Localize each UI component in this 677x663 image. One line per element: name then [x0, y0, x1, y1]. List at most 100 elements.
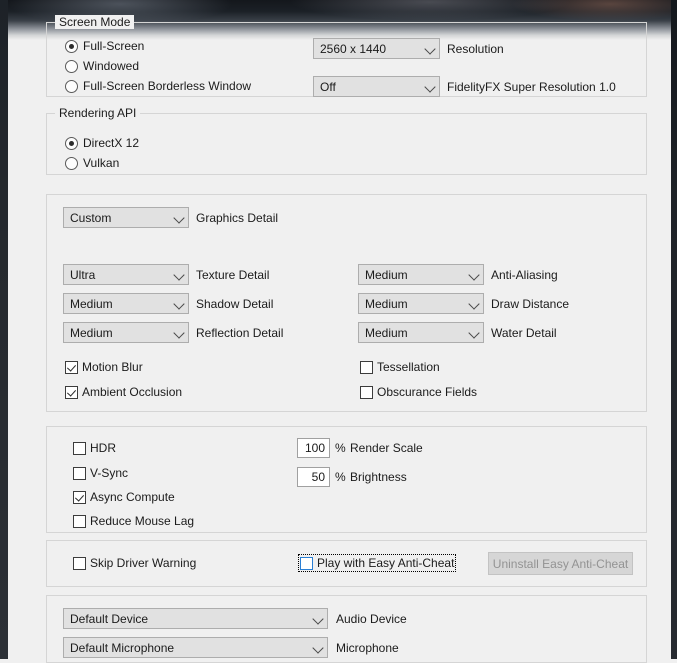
- checkbox-label-skip-driver-warning: Skip Driver Warning: [90, 556, 197, 570]
- fsr-value: Off: [320, 79, 336, 94]
- texture-detail-dropdown[interactable]: Ultra: [63, 264, 189, 285]
- anticheat-group: Skip Driver Warning Play with Easy Anti-…: [46, 540, 647, 587]
- checkbox-indicator-motion-blur[interactable]: [65, 360, 78, 374]
- resolution-dropdown[interactable]: 2560 x 1440: [313, 38, 440, 59]
- chevron-down-icon: [467, 323, 483, 342]
- chevron-down-icon: [311, 638, 327, 657]
- checkbox-async-compute[interactable]: Async Compute: [73, 490, 175, 504]
- checkbox-tessellation[interactable]: Tessellation: [360, 360, 440, 374]
- graphics-detail-label: Graphics Detail: [196, 211, 279, 225]
- radio-indicator-directx12[interactable]: [65, 136, 78, 150]
- checkbox-label-hdr: HDR: [90, 441, 116, 455]
- graphics-group: Custom Graphics Detail Ultra Texture Det…: [46, 194, 647, 412]
- graphics-detail-dropdown[interactable]: Custom: [63, 207, 189, 228]
- checkbox-label-obscurance-fields: Obscurance Fields: [377, 385, 478, 399]
- checkbox-hdr[interactable]: HDR: [73, 441, 116, 455]
- shadow-detail-value: Medium: [70, 296, 113, 311]
- brightness-unit: %: [335, 470, 346, 484]
- checkbox-indicator-skip-driver-warning[interactable]: [73, 556, 86, 570]
- checkbox-obscurance-fields[interactable]: Obscurance Fields: [360, 385, 477, 399]
- checkbox-label-motion-blur: Motion Blur: [82, 360, 143, 374]
- checkbox-indicator-obscurance-fields[interactable]: [360, 385, 373, 399]
- uninstall-easy-anticheat-label: Uninstall Easy Anti-Cheat: [492, 556, 629, 571]
- fsr-label: FidelityFX Super Resolution 1.0: [447, 80, 616, 94]
- rendering-api-title: Rendering API: [55, 106, 141, 120]
- radio-indicator-full-screen[interactable]: [65, 39, 78, 53]
- screen-mode-group: Screen Mode Full-Screen Windowed Full-Sc…: [46, 15, 647, 97]
- checkbox-skip-driver-warning[interactable]: Skip Driver Warning: [73, 556, 196, 570]
- resolution-label: Resolution: [447, 42, 504, 56]
- checkbox-indicator-async-compute[interactable]: [73, 490, 86, 504]
- radio-label-full-screen: Full-Screen: [83, 39, 145, 53]
- checkbox-indicator-reduce-mouse-lag[interactable]: [73, 514, 86, 528]
- brightness-input[interactable]: 50: [297, 467, 330, 487]
- chevron-down-icon: [467, 294, 483, 313]
- water-detail-label: Water Detail: [491, 326, 557, 340]
- audio-device-label: Audio Device: [336, 612, 407, 626]
- checkbox-play-with-easy-anticheat[interactable]: Play with Easy Anti-Cheat: [297, 554, 457, 572]
- radio-directx12[interactable]: DirectX 12: [65, 136, 139, 150]
- fsr-dropdown[interactable]: Off: [313, 76, 440, 97]
- checkbox-reduce-mouse-lag[interactable]: Reduce Mouse Lag: [73, 514, 194, 528]
- anti-aliasing-label: Anti-Aliasing: [491, 268, 558, 282]
- chevron-down-icon: [172, 265, 188, 284]
- chevron-down-icon: [172, 323, 188, 342]
- texture-detail-value: Ultra: [70, 267, 96, 282]
- chevron-down-icon: [172, 294, 188, 313]
- checkbox-label-play-with-easy-anticheat: Play with Easy Anti-Cheat: [317, 556, 455, 570]
- display-options-group: HDR V-Sync Async Compute Reduce Mouse La…: [46, 426, 647, 533]
- water-detail-value: Medium: [365, 325, 408, 340]
- radio-vulkan[interactable]: Vulkan: [65, 156, 119, 170]
- radio-indicator-windowed[interactable]: [65, 59, 78, 73]
- right-edge-shade: [671, 0, 677, 659]
- audio-device-value: Default Device: [70, 611, 149, 626]
- checkbox-label-ambient-occlusion: Ambient Occlusion: [82, 385, 183, 399]
- draw-distance-label: Draw Distance: [491, 297, 570, 311]
- radio-full-screen-borderless[interactable]: Full-Screen Borderless Window: [65, 79, 251, 93]
- render-scale-input[interactable]: 100: [297, 438, 330, 458]
- checkbox-indicator-vsync[interactable]: [73, 466, 86, 480]
- checkbox-indicator-play-with-easy-anticheat[interactable]: [300, 556, 313, 570]
- graphics-detail-value: Custom: [70, 210, 112, 225]
- reflection-detail-dropdown[interactable]: Medium: [63, 322, 189, 343]
- screen-mode-title: Screen Mode: [55, 15, 135, 29]
- microphone-label: Microphone: [336, 641, 399, 655]
- checkbox-indicator-hdr[interactable]: [73, 441, 86, 455]
- microphone-dropdown[interactable]: Default Microphone: [63, 637, 328, 658]
- draw-distance-dropdown[interactable]: Medium: [358, 293, 484, 314]
- checkbox-label-vsync: V-Sync: [90, 466, 129, 480]
- radio-indicator-vulkan[interactable]: [65, 156, 78, 170]
- radio-label-directx12: DirectX 12: [83, 136, 140, 150]
- brightness-value: 50: [311, 470, 325, 484]
- uninstall-easy-anticheat-button[interactable]: Uninstall Easy Anti-Cheat: [488, 552, 633, 575]
- radio-full-screen[interactable]: Full-Screen: [65, 39, 144, 53]
- chevron-down-icon: [423, 77, 439, 96]
- radio-windowed[interactable]: Windowed: [65, 59, 139, 73]
- checkbox-indicator-ambient-occlusion[interactable]: [65, 385, 78, 399]
- render-scale-unit: %: [335, 441, 346, 455]
- radio-label-windowed: Windowed: [83, 59, 140, 73]
- microphone-value: Default Microphone: [70, 640, 175, 655]
- checkbox-motion-blur[interactable]: Motion Blur: [65, 360, 143, 374]
- checkbox-label-async-compute: Async Compute: [90, 490, 175, 504]
- texture-detail-label: Texture Detail: [196, 268, 270, 282]
- audio-device-dropdown[interactable]: Default Device: [63, 608, 328, 629]
- chevron-down-icon: [467, 265, 483, 284]
- checkbox-vsync[interactable]: V-Sync: [73, 466, 128, 480]
- water-detail-dropdown[interactable]: Medium: [358, 322, 484, 343]
- checkbox-label-tessellation: Tessellation: [377, 360, 440, 374]
- left-edge-shade: [0, 0, 8, 659]
- shadow-detail-label: Shadow Detail: [196, 297, 274, 311]
- brightness-label: Brightness: [350, 470, 407, 484]
- reflection-detail-label: Reflection Detail: [196, 326, 284, 340]
- chevron-down-icon: [311, 609, 327, 628]
- draw-distance-value: Medium: [365, 296, 408, 311]
- radio-label-full-screen-borderless: Full-Screen Borderless Window: [83, 79, 252, 93]
- checkbox-ambient-occlusion[interactable]: Ambient Occlusion: [65, 385, 182, 399]
- shadow-detail-dropdown[interactable]: Medium: [63, 293, 189, 314]
- render-scale-value: 100: [304, 441, 325, 455]
- anti-aliasing-dropdown[interactable]: Medium: [358, 264, 484, 285]
- chevron-down-icon: [172, 208, 188, 227]
- radio-indicator-full-screen-borderless[interactable]: [65, 79, 78, 93]
- checkbox-indicator-tessellation[interactable]: [360, 360, 373, 374]
